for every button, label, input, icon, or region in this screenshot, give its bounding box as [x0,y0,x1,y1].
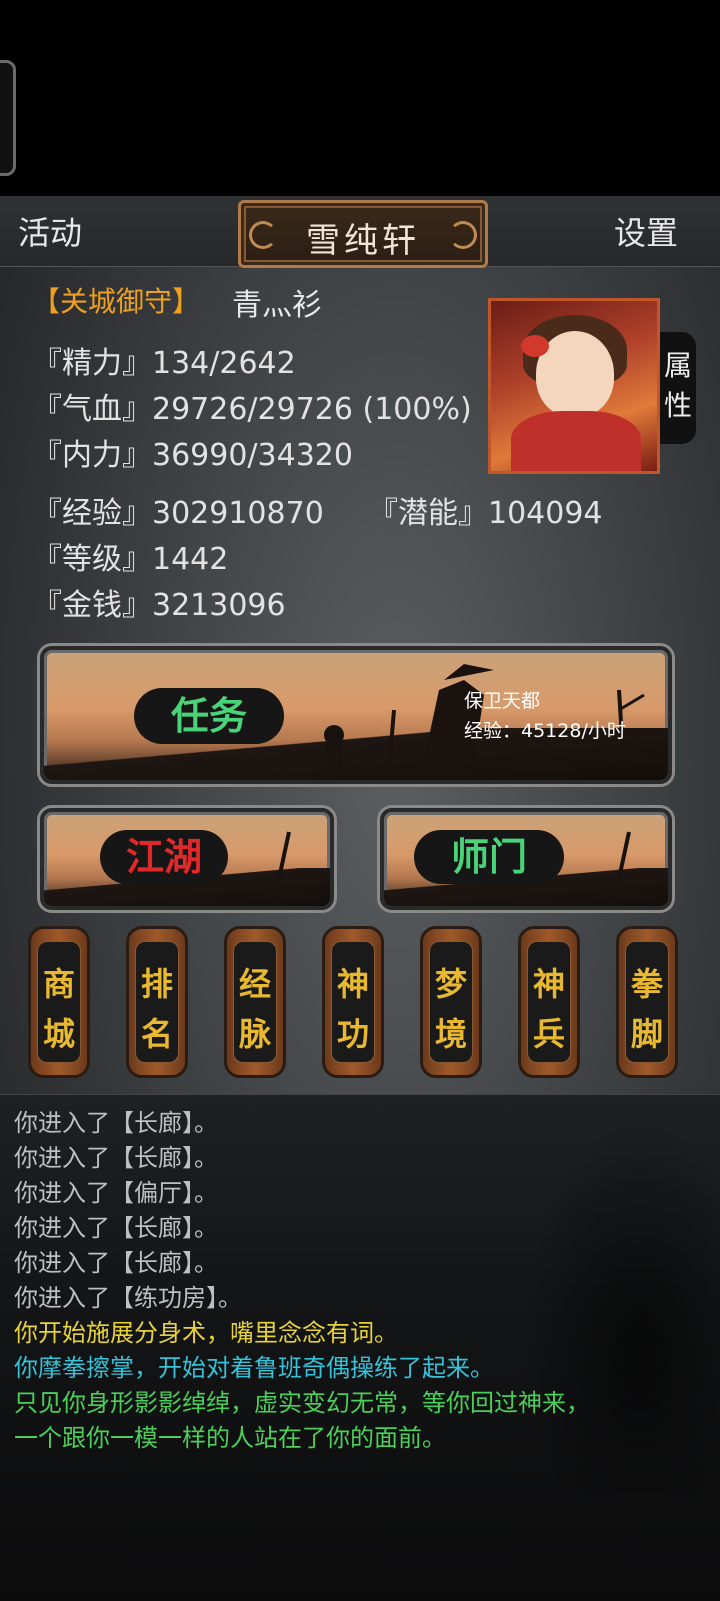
divine-skill-label-1: 神 [336,965,369,1003]
meridian-button[interactable]: 经 脉 [224,926,286,1078]
divine-weapon-button[interactable]: 神 兵 [518,926,580,1078]
log-line: 一个跟你一模一样的人站在了你的面前。 [14,1424,446,1452]
player-stats-panel: 【关城御守】 青灬衫 『精力』134/2642 『气血』29726/29726 … [0,266,720,646]
message-log[interactable]: 你进入了【长廊】。 你进入了【长廊】。 你进入了【偏厅】。 你进入了【长廊】。 你进入了… [0,1094,720,1601]
warrior-silhouette [520,1115,720,1495]
shimen-button[interactable]: 师门 [380,808,672,910]
task-button-label: 任务 [134,688,284,744]
dream-realm-label-1: 梦 [434,965,467,1003]
divine-skill-label-2: 功 [336,1015,369,1053]
attributes-tab[interactable]: 属 性 [660,332,696,444]
log-line: 你进入了【长廊】。 [14,1214,218,1242]
divine-weapon-label-2: 兵 [532,1015,565,1053]
stat-money: 『金钱』3213096 [32,588,286,623]
location-title-plate: 雪纯轩 [238,200,488,268]
dream-realm-label-2: 境 [434,1015,467,1053]
avatar-bow [521,335,549,357]
log-line: 你摩拳擦掌，开始对着鲁班奇偶操练了起来。 [14,1354,494,1382]
avatar-body [511,411,641,471]
log-line: 你进入了【长廊】。 [14,1144,218,1172]
dream-realm-button[interactable]: 梦 境 [420,926,482,1078]
meridian-label-2: 脉 [238,1015,271,1053]
log-line: 你进入了【偏厅】。 [14,1179,218,1207]
settings-button[interactable]: 设置 [614,208,678,254]
task-exp-rate: 经验：45128/小时 [464,720,626,742]
top-bar: 活动 雪纯轩 设置 [0,196,720,268]
log-line: 你进入了【练功房】。 [14,1284,242,1312]
jianghu-label: 江湖 [100,830,228,884]
attributes-tab-char-1: 属 [663,349,692,382]
log-line: 你进入了【长廊】。 [14,1249,218,1277]
game-screen: 活动 雪纯轩 设置 【关城御守】 青灬衫 『精力』134/2642 『气血』29… [0,196,720,1601]
task-name: 保卫天都 [464,690,541,712]
log-line: 你进入了【长廊】。 [14,1109,218,1137]
divine-weapon-label-1: 神 [532,965,565,1003]
meridian-label-1: 经 [238,965,271,1003]
stat-energy: 『精力』134/2642 [32,346,296,381]
shimen-label: 师门 [414,830,564,884]
log-line: 只见你身形影影绰绰，虚实变幻无常，等你回过神来， [14,1389,590,1417]
ranking-button[interactable]: 排 名 [126,926,188,1078]
player-name: 青灬衫 [232,288,322,323]
stat-health: 『气血』29726/29726 (100%) [32,392,472,427]
attributes-tab-char-2: 性 [663,389,692,422]
shop-label-2: 城 [42,1015,75,1053]
status-area [0,0,720,196]
fist-kick-label-1: 拳 [630,965,663,1003]
avatar[interactable] [488,298,660,474]
fist-kick-button[interactable]: 拳 脚 [616,926,678,1078]
task-banner[interactable]: 任务 保卫天都 经验：45128/小时 [40,646,672,784]
fist-kick-label-2: 脚 [630,1015,663,1053]
stat-internal-power: 『内力』36990/34320 [32,438,353,473]
shop-label-1: 商 [42,965,75,1003]
player-title: 【关城御守】 [32,285,201,318]
ranking-label-1: 排 [140,965,173,1003]
divine-skill-button[interactable]: 神 功 [322,926,384,1078]
location-title: 雪纯轩 [306,221,420,261]
activity-button[interactable]: 活动 [18,208,82,254]
feature-menu: 商 城 排 名 经 脉 神 功 梦 境 神 兵 拳 脚 [28,926,688,1078]
shop-button[interactable]: 商 城 [28,926,90,1078]
jianghu-button[interactable]: 江湖 [40,808,334,910]
log-line: 你开始施展分身术，嘴里念念有词。 [14,1319,398,1347]
ranking-label-2: 名 [140,1015,173,1053]
edge-handle[interactable] [0,60,16,176]
stat-potential: 『潜能』104094 [368,496,603,531]
stat-level: 『等级』1442 [32,542,229,577]
stat-experience: 『经验』302910870 [32,496,324,531]
